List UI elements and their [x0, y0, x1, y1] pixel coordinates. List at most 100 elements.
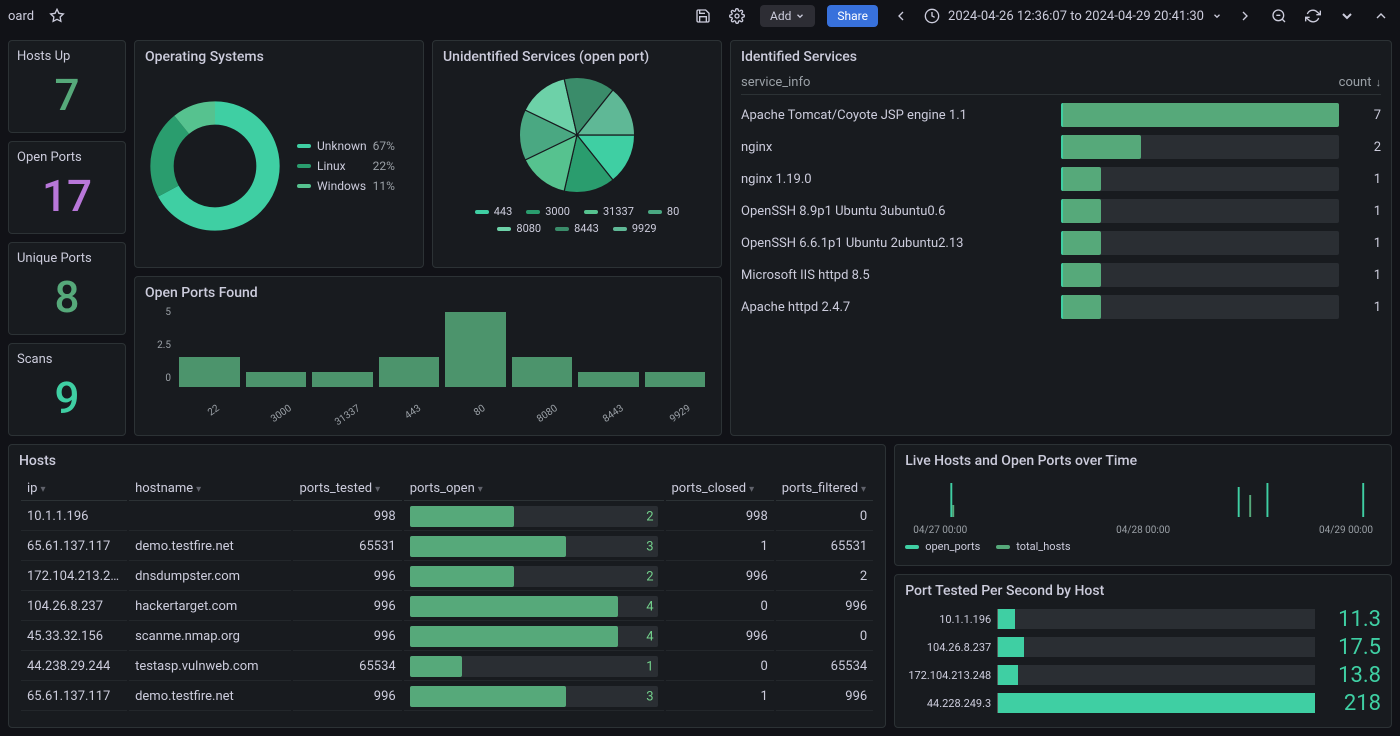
service-row[interactable]: Apache Tomcat/Coyote JSP engine 1.17: [741, 99, 1381, 131]
pie-legend: 44330003133780808084439929: [447, 205, 707, 235]
bar-column[interactable]: 443: [379, 307, 440, 402]
filter-icon[interactable]: ▾: [196, 484, 201, 495]
legend-swatch: [584, 210, 598, 214]
legend-item[interactable]: 31337: [584, 205, 634, 218]
stat-panel-open-ports[interactable]: Open Ports17: [8, 141, 126, 234]
service-row[interactable]: OpenSSH 8.9p1 Ubuntu 3ubuntu0.61: [741, 195, 1381, 227]
legend-item[interactable]: Linux22%: [297, 159, 395, 173]
gear-icon[interactable]: [726, 5, 748, 27]
legend-item[interactable]: 80: [648, 205, 679, 218]
legend-item[interactable]: 9929: [613, 222, 657, 235]
stat-panel-unique-ports[interactable]: Unique Ports8: [8, 242, 126, 335]
legend-item[interactable]: Unknown67%: [297, 139, 395, 153]
legend-item[interactable]: total_hosts: [996, 540, 1070, 553]
dashboard-title-fragment: oard: [8, 9, 34, 24]
filter-icon[interactable]: ▾: [375, 484, 380, 495]
table-row[interactable]: 44.238.29.244testasp.vulnweb.com65534106…: [21, 653, 873, 681]
column-header-ports_open[interactable]: ports_open▾: [404, 477, 664, 501]
legend-item[interactable]: 443: [475, 205, 513, 218]
bar-column[interactable]: 31337: [312, 307, 373, 402]
legend-item[interactable]: 8443: [555, 222, 599, 235]
bar-column[interactable]: 8443: [578, 307, 639, 402]
add-button[interactable]: Add: [760, 5, 815, 27]
open-ports-found-panel[interactable]: Open Ports Found 52.50 22300031337443808…: [134, 276, 722, 436]
pps-host: 172.104.213.248: [905, 669, 997, 682]
operating-systems-panel[interactable]: Operating Systems Unknown67% Linux22% Wind…: [134, 40, 424, 268]
panel-title: Operating Systems: [145, 49, 413, 65]
panel-title: Open Ports Found: [145, 285, 711, 301]
table-row[interactable]: 45.33.32.156scanme.nmap.org99649960: [21, 623, 873, 651]
chevron-right-icon[interactable]: [1234, 5, 1256, 27]
service-name: OpenSSH 6.6.1p1 Ubuntu 2ubuntu2.13: [741, 236, 1061, 251]
filter-icon[interactable]: ▾: [749, 484, 754, 495]
live-hosts-chart: [905, 475, 1381, 525]
bar-label: 3000: [269, 403, 294, 425]
pps-row[interactable]: 172.104.213.248 13.8: [905, 661, 1381, 689]
service-row[interactable]: Apache httpd 2.4.71: [741, 291, 1381, 323]
bar-column[interactable]: 80: [445, 307, 506, 402]
unidentified-services-panel[interactable]: Unidentified Services (open port) 443 300…: [432, 40, 722, 268]
panel-title: Port Tested Per Second by Host: [905, 583, 1381, 599]
stat-value: 9: [17, 369, 117, 427]
legend-swatch: [475, 210, 489, 214]
service-row[interactable]: OpenSSH 6.6.1p1 Ubuntu 2ubuntu2.131: [741, 227, 1381, 259]
legend-swatch: [555, 227, 569, 231]
hosts-panel[interactable]: Hosts ip▾hostname▾ports_tested▾ports_ope…: [8, 444, 886, 728]
filter-icon[interactable]: ▾: [40, 484, 45, 495]
live-hosts-panel[interactable]: Live Hosts and Open Ports over Time 04/2…: [894, 444, 1392, 566]
stat-panel-hosts-up[interactable]: Hosts Up7: [8, 40, 126, 133]
legend-item[interactable]: 3000: [526, 205, 570, 218]
bar-column[interactable]: 22: [179, 307, 240, 402]
legend-item[interactable]: 8080: [497, 222, 541, 235]
star-icon[interactable]: [46, 5, 68, 27]
share-button[interactable]: Share: [827, 5, 878, 27]
column-header-ports_closed[interactable]: ports_closed▾: [666, 477, 774, 501]
os-donut-chart: [145, 96, 285, 236]
table-row[interactable]: 65.61.137.117demo.testfire.net99631996: [21, 683, 873, 711]
panel-title: Unidentified Services (open port): [443, 49, 711, 65]
column-header-ports_tested[interactable]: ports_tested▾: [293, 477, 401, 501]
filter-icon[interactable]: ▾: [478, 484, 483, 495]
bar-column[interactable]: 8080: [512, 307, 573, 402]
refresh-icon[interactable]: [1302, 5, 1324, 27]
pps-value: 13.8: [1325, 663, 1381, 688]
clock-icon: [924, 8, 940, 24]
refresh-dropdown-icon[interactable]: [1336, 5, 1358, 27]
bar-column[interactable]: 9929: [645, 307, 706, 402]
bar-column[interactable]: 3000: [246, 307, 307, 402]
pps-row[interactable]: 10.1.1.19611.3: [905, 605, 1381, 633]
column-header-ports_filtered[interactable]: ports_filtered▾: [776, 477, 873, 501]
table-row[interactable]: 65.61.137.117demo.testfire.net6553131655…: [21, 533, 873, 561]
bar: [379, 357, 440, 387]
pps-bar: [997, 665, 1315, 685]
save-icon[interactable]: [692, 5, 714, 27]
bar-label: 443: [403, 403, 423, 422]
legend-item[interactable]: Windows11%: [297, 179, 395, 193]
time-range-picker[interactable]: 2024-04-26 12:36:07 to 2024-04-29 20:41:…: [924, 8, 1222, 24]
stat-panel-scans[interactable]: Scans9: [8, 343, 126, 436]
service-bar: [1061, 295, 1339, 319]
filter-icon[interactable]: ▾: [861, 484, 866, 495]
table-row[interactable]: 104.26.8.237hackertarget.com99640996: [21, 593, 873, 621]
service-bar: [1061, 263, 1339, 287]
table-row[interactable]: 172.104.213.248dnsdumpster.com99629962: [21, 563, 873, 591]
pps-host: 104.26.8.237: [905, 641, 997, 654]
chevron-up-icon[interactable]: [1370, 5, 1392, 27]
column-header-hostname[interactable]: hostname▾: [129, 477, 291, 501]
column-header-ip[interactable]: ip▾: [21, 477, 127, 501]
chevron-left-icon[interactable]: [890, 5, 912, 27]
identified-services-panel[interactable]: Identified Services service_info count A…: [730, 40, 1392, 436]
service-row[interactable]: Microsoft IIS httpd 8.51: [741, 259, 1381, 291]
pps-row[interactable]: 104.26.8.23717.5: [905, 633, 1381, 661]
service-count: 1: [1351, 268, 1381, 283]
service-row[interactable]: nginx2: [741, 131, 1381, 163]
pps-row[interactable]: 44.228.249.3218: [905, 689, 1381, 717]
count-column-header[interactable]: count: [1339, 75, 1381, 90]
service-row[interactable]: nginx 1.19.01: [741, 163, 1381, 195]
legend-item[interactable]: open_ports: [905, 540, 980, 553]
pps-bar: [997, 609, 1315, 629]
port-tested-per-second-panel[interactable]: Port Tested Per Second by Host 10.1.1.19…: [894, 574, 1392, 728]
zoom-out-icon[interactable]: [1268, 5, 1290, 27]
pps-value: 218: [1325, 691, 1381, 716]
table-row[interactable]: 10.1.1.19699829980: [21, 503, 873, 531]
